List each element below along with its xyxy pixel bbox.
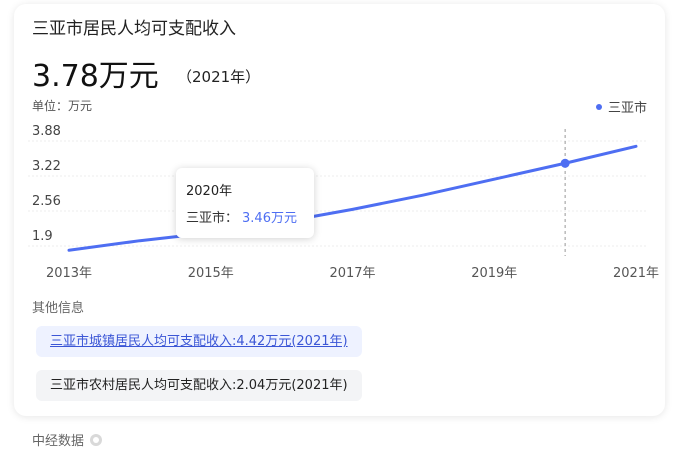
- income-line-chart[interactable]: 3.88 3.22 2.56 1.9 2013年 2015年 2017年 2019年 2021年: [14, 4, 665, 284]
- y-tick-label: 3.22: [32, 159, 61, 174]
- x-tick-label: 2013年: [46, 266, 92, 281]
- source-label: 中经数据: [32, 434, 85, 449]
- x-tick-label: 2015年: [188, 266, 234, 281]
- y-tick-label: 1.9: [32, 229, 53, 244]
- tooltip-series-label: 三亚市：: [186, 211, 239, 226]
- urban-income-link[interactable]: 三亚市城镇居民人均可支配收入:4.42万元(2021年): [36, 326, 362, 357]
- highlight-point: [560, 158, 570, 168]
- source-logo-icon: [90, 433, 103, 446]
- data-source[interactable]: 中经数据: [32, 430, 103, 449]
- x-tick-label: 2021年: [613, 266, 659, 281]
- tooltip-value: 3.46万元: [242, 211, 297, 226]
- rural-income-chip[interactable]: 三亚市农村居民人均可支配收入:2.04万元(2021年): [36, 370, 362, 401]
- y-tick-label: 3.88: [32, 124, 61, 139]
- chart-tooltip: 2020年 三亚市： 3.46万元: [176, 168, 314, 238]
- other-info-title: 其他信息: [32, 301, 85, 316]
- income-card: 三亚市居民人均可支配收入 3.78万元 （2021年） 单位：万元 三亚市 3.…: [14, 4, 665, 416]
- x-tick-label: 2019年: [471, 266, 517, 281]
- tooltip-row: 三亚市： 3.46万元: [186, 207, 297, 226]
- y-tick-label: 2.56: [32, 194, 61, 209]
- x-tick-label: 2017年: [329, 266, 375, 281]
- series-line-sanya: [67, 144, 638, 252]
- tooltip-year: 2020年: [186, 184, 233, 199]
